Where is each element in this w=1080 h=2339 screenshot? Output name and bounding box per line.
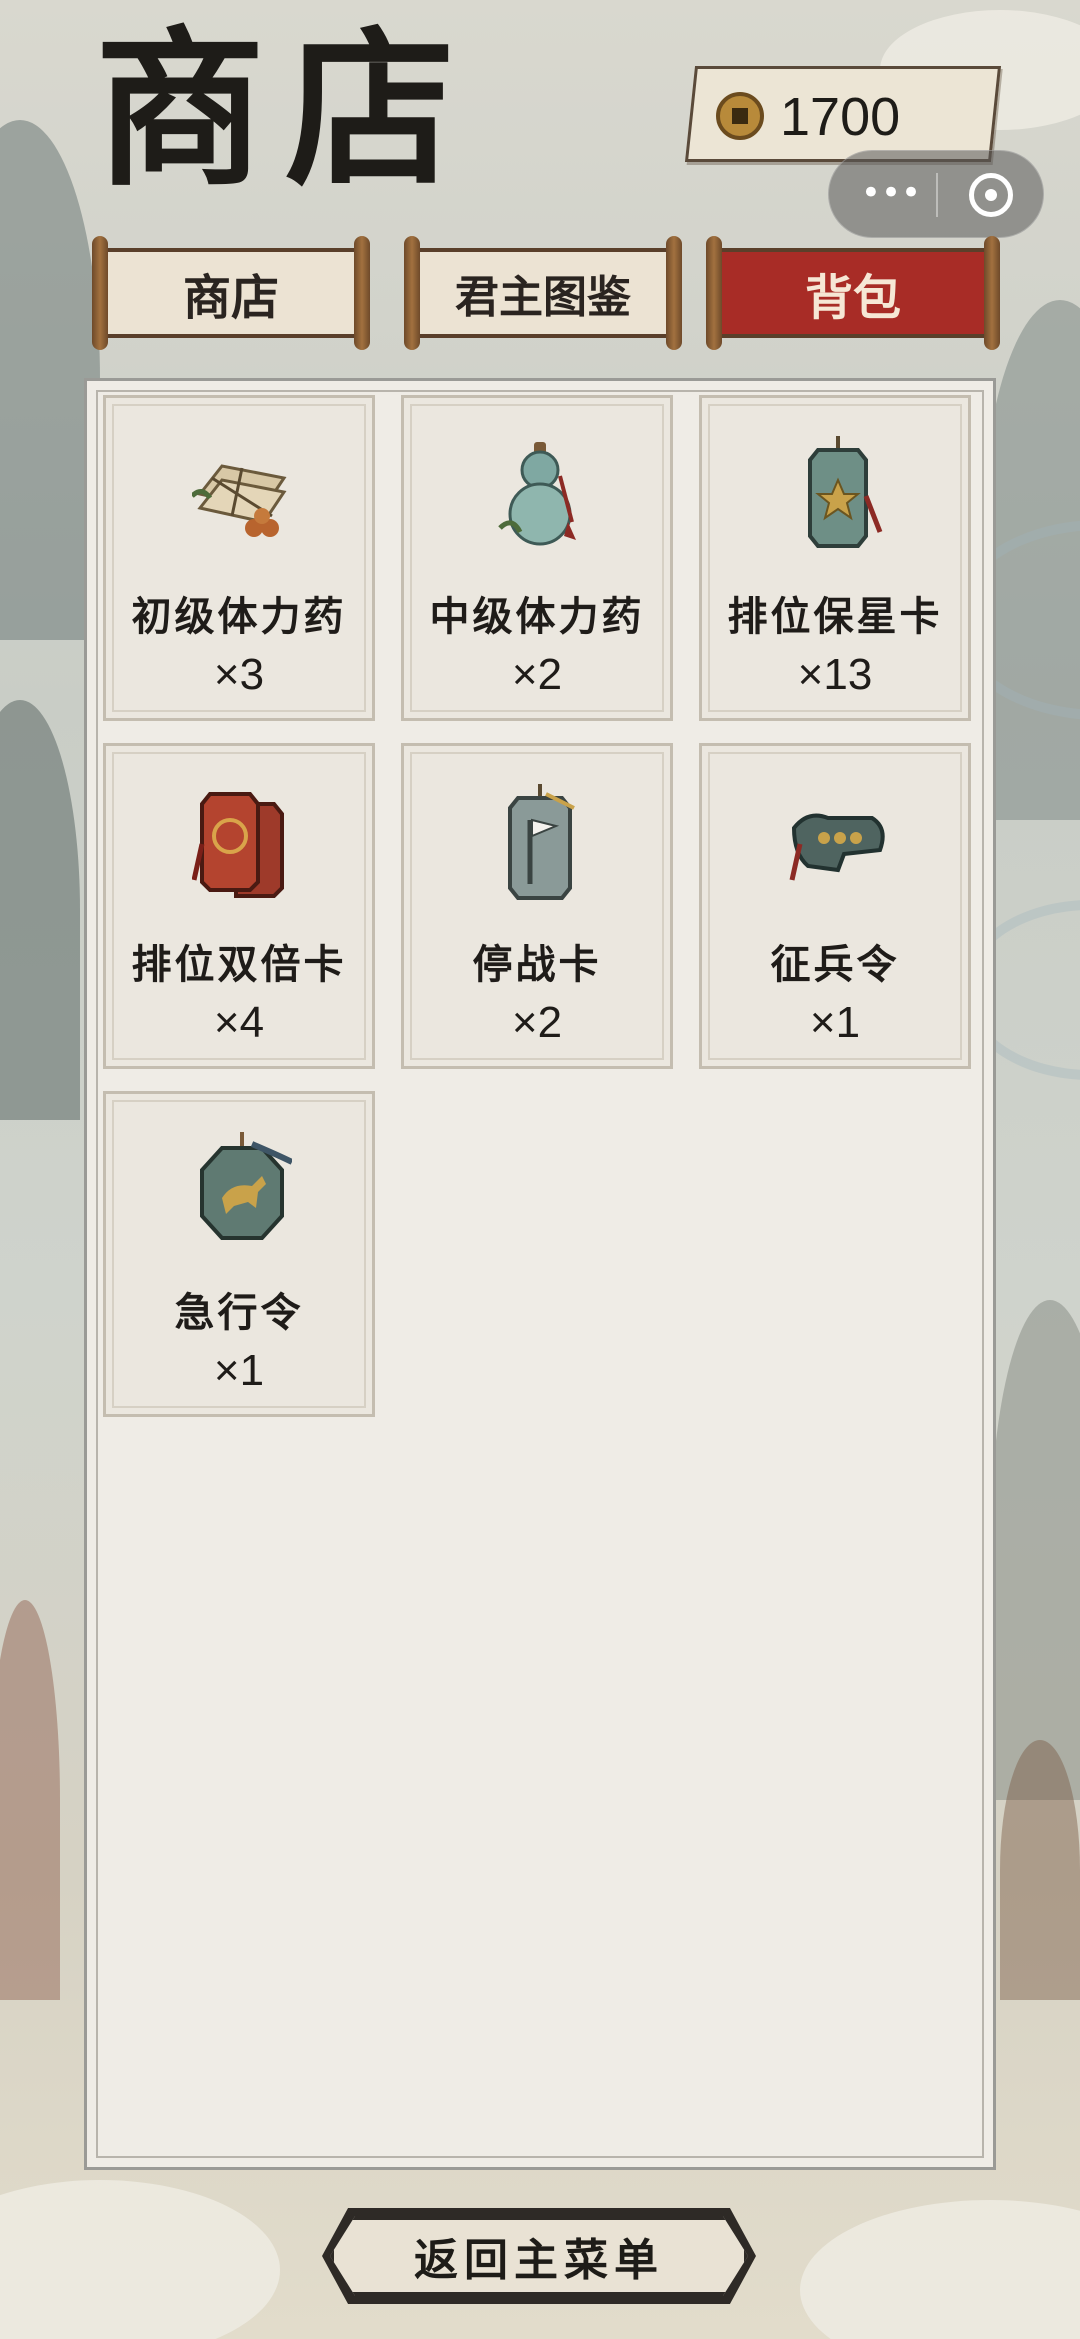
inventory-panel: 初级体力药 ×3 中级体力药 ×2 排位保星卡 ×13 排位双倍卡 ×4 停战卡… bbox=[84, 378, 996, 2170]
system-capsule: ••• bbox=[828, 150, 1044, 238]
item-name: 初级体力药 bbox=[131, 593, 347, 640]
tab-shop-label: 商店 bbox=[182, 270, 279, 326]
horse-token-icon bbox=[200, 1132, 292, 1240]
item-count: ×2 bbox=[511, 650, 563, 699]
tab-lord-collection-label: 君主图鉴 bbox=[455, 272, 631, 323]
coin-icon bbox=[716, 92, 764, 140]
more-options-icon[interactable]: ••• bbox=[851, 173, 931, 217]
star-tablet-icon bbox=[808, 436, 883, 548]
herb-bundle-icon bbox=[192, 464, 287, 537]
gourd-icon bbox=[498, 442, 576, 546]
capsule-divider bbox=[936, 173, 938, 217]
item-count: ×4 bbox=[213, 998, 265, 1047]
currency-value: 1700 bbox=[780, 87, 901, 147]
inventory-item[interactable]: 停战卡 ×2 bbox=[401, 743, 673, 1069]
inventory-item[interactable]: 初级体力药 ×3 bbox=[103, 395, 375, 721]
inventory-item[interactable]: 中级体力药 ×2 bbox=[401, 395, 673, 721]
inventory-item[interactable]: 征兵令 ×1 bbox=[699, 743, 971, 1069]
item-name: 急行令 bbox=[174, 1289, 304, 1336]
item-name: 排位双倍卡 bbox=[131, 941, 347, 988]
double-tablet-icon bbox=[192, 792, 284, 898]
item-count: ×2 bbox=[511, 998, 563, 1047]
page-title: 商店 bbox=[95, 10, 476, 210]
item-count: ×13 bbox=[797, 650, 873, 699]
item-name: 排位保星卡 bbox=[727, 593, 943, 640]
item-count: ×1 bbox=[809, 998, 861, 1047]
white-flag-tablet-icon bbox=[508, 784, 575, 900]
inventory-item[interactable]: 排位保星卡 ×13 bbox=[699, 395, 971, 721]
item-name: 中级体力药 bbox=[429, 593, 645, 640]
close-miniprogram-icon[interactable] bbox=[969, 173, 1013, 217]
inventory-item[interactable]: 急行令 ×1 bbox=[103, 1091, 375, 1417]
back-to-main-menu-button[interactable]: 返回主菜单 bbox=[330, 2216, 748, 2296]
item-name: 征兵令 bbox=[770, 941, 900, 988]
item-count: ×3 bbox=[213, 650, 265, 699]
item-count: ×1 bbox=[213, 1346, 265, 1395]
tab-shop[interactable]: 商店 bbox=[92, 236, 370, 350]
tab-backpack-label: 背包 bbox=[804, 270, 901, 326]
inventory-item[interactable]: 排位双倍卡 ×4 bbox=[103, 743, 375, 1069]
tab-backpack[interactable]: 背包 bbox=[706, 236, 1000, 350]
soldier-token-icon bbox=[789, 813, 885, 881]
item-name: 停战卡 bbox=[472, 941, 602, 988]
tab-lord-collection[interactable]: 君主图鉴 bbox=[404, 236, 682, 350]
